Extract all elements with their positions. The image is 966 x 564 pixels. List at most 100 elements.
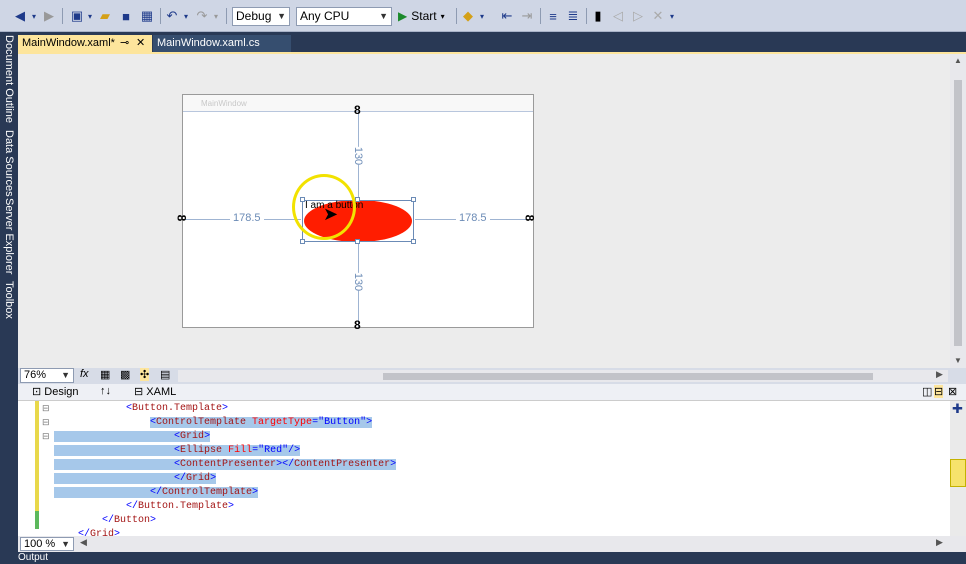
resize-handle[interactable] <box>355 197 360 202</box>
tab-label: MainWindow.xaml* <box>22 37 115 49</box>
snap-grid-icon[interactable]: ▩ <box>120 368 130 381</box>
toolbar-separator <box>456 8 457 24</box>
code-line[interactable]: <Grid> <box>54 430 211 444</box>
top-anchor-icon[interactable]: 8 <box>354 103 361 117</box>
scroll-right-icon[interactable]: ▶ <box>936 537 943 548</box>
toolbar-overflow-icon[interactable]: ▾ <box>668 6 676 26</box>
design-horizontal-scrollbar[interactable] <box>178 370 948 382</box>
add-icon[interactable]: ✚ <box>952 401 963 417</box>
undo-dropdown-icon[interactable]: ▾ <box>182 6 190 26</box>
scroll-up-icon[interactable]: ▲ <box>954 56 962 65</box>
chevron-down-icon: ▼ <box>277 11 286 21</box>
design-label: Design <box>44 386 79 398</box>
swap-panes-button[interactable]: ↑↓ <box>100 385 111 397</box>
platform-select[interactable]: Any CPU ▼ <box>296 7 392 26</box>
resize-handle[interactable] <box>355 239 360 244</box>
tab-mainwindow-xaml[interactable]: MainWindow.xaml* ⊸ ✕ <box>18 35 152 52</box>
redo-dropdown-icon[interactable]: ▾ <box>212 6 220 26</box>
side-tool-strip: Document Outline Data Sources Server Exp… <box>0 32 18 564</box>
uncomment-icon[interactable]: ≣ <box>564 6 582 26</box>
design-surface[interactable]: MainWindow 178.5 178.5 130 130 8 8 8 8 I… <box>18 52 966 370</box>
code-line[interactable]: </Grid> <box>54 528 120 536</box>
design-vertical-scrollbar[interactable]: ▲ ▼ <box>950 54 966 370</box>
scroll-left-icon[interactable]: ◀ <box>80 537 87 548</box>
redo-icon[interactable]: ↷ <box>194 6 210 26</box>
server-explorer-tab[interactable]: Server Explorer <box>0 198 18 274</box>
save-icon[interactable]: ■ <box>118 6 134 26</box>
next-bookmark-icon[interactable]: ▷ <box>630 6 646 26</box>
horizontal-split-icon[interactable]: ⊟ <box>934 385 944 398</box>
resize-handle[interactable] <box>411 239 416 244</box>
clear-bookmarks-icon[interactable]: ✕ <box>650 6 666 26</box>
fold-toggle-icon[interactable]: ⊟ <box>42 417 50 428</box>
indent-icon[interactable]: ⇤ <box>498 6 516 26</box>
scroll-down-icon[interactable]: ▼ <box>954 356 962 365</box>
code-line[interactable]: </Grid> <box>54 472 217 486</box>
data-sources-tab[interactable]: Data Sources <box>0 130 18 197</box>
vertical-split-icon[interactable]: ◫ <box>922 385 932 398</box>
formula-icon[interactable]: fx <box>80 368 89 380</box>
new-dropdown-icon[interactable]: ▾ <box>86 6 94 26</box>
code-line[interactable]: <Ellipse Fill="Red"/> <box>54 444 301 458</box>
collapse-pane-icon[interactable]: ⊠ <box>948 385 957 398</box>
margin-right-value: 178.5 <box>456 212 490 224</box>
new-project-icon[interactable]: ▣ <box>68 6 86 26</box>
back-dropdown-icon[interactable]: ▾ <box>30 6 38 26</box>
right-anchor-icon[interactable]: 8 <box>522 215 536 222</box>
xaml-icon: ⊟ <box>134 386 144 398</box>
code-line[interactable]: <Button.Template> <box>54 402 228 416</box>
code-line[interactable]: </Button.Template> <box>54 500 234 514</box>
tab-design[interactable]: ⊡ Design <box>32 385 79 398</box>
pin-icon[interactable]: ⊸ <box>120 35 129 52</box>
left-anchor-icon[interactable]: 8 <box>174 215 188 222</box>
code-line[interactable]: <ControlTemplate TargetType="Button"> <box>54 416 373 430</box>
bookmark-icon[interactable]: ▮ <box>590 6 606 26</box>
fold-toggle-icon[interactable]: ⊟ <box>42 431 50 442</box>
fold-toggle-icon[interactable]: ⊟ <box>42 403 50 414</box>
forward-icon[interactable]: ▶ <box>42 6 56 26</box>
code-line[interactable]: </ControlTemplate> <box>54 486 259 500</box>
find-dropdown-icon[interactable]: ▾ <box>478 6 486 26</box>
tab-xaml[interactable]: ⊟ XAML <box>134 385 176 398</box>
artboard-icon[interactable]: ▤ <box>160 368 170 381</box>
solution-config-value: Debug <box>236 9 272 23</box>
bottom-anchor-icon[interactable]: 8 <box>354 318 361 332</box>
outdent-icon[interactable]: ⇥ <box>518 6 536 26</box>
xaml-editor[interactable]: ⊟ ⊟ ⊟ <Button.Template> <ControlTemplate… <box>18 401 966 536</box>
scroll-thumb[interactable] <box>954 80 962 346</box>
chevron-down-icon: ▼ <box>61 539 70 549</box>
scroll-right-icon[interactable]: ▶ <box>936 369 943 380</box>
code-line[interactable]: <ContentPresenter></ContentPresenter> <box>54 458 397 472</box>
toolbox-tab[interactable]: Toolbox <box>0 278 18 322</box>
snap-lines-icon[interactable]: ✣ <box>140 368 150 381</box>
toolbar-separator <box>62 8 63 24</box>
back-icon[interactable]: ◀ <box>12 6 28 26</box>
scroll-thumb[interactable] <box>383 373 873 380</box>
code-line[interactable]: </Button> <box>54 514 156 528</box>
prev-bookmark-icon[interactable]: ◁ <box>610 6 626 26</box>
margin-top-value: 130 <box>352 146 365 166</box>
toolbar-separator <box>586 8 587 24</box>
undo-icon[interactable]: ↶ <box>164 6 180 26</box>
resize-handle[interactable] <box>411 197 416 202</box>
grid-icon[interactable]: ▦ <box>100 368 110 381</box>
editor-zoom-select[interactable]: 100 % ▼ <box>20 537 74 551</box>
start-button[interactable]: ▶ Start ▾ <box>398 6 462 26</box>
document-outline-tab[interactable]: Document Outline <box>0 34 18 124</box>
start-label: Start <box>411 9 437 23</box>
resize-handle[interactable] <box>300 239 305 244</box>
toolbar-separator <box>540 8 541 24</box>
solution-config-select[interactable]: Debug ▼ <box>232 7 290 26</box>
output-panel-tab[interactable]: Output <box>0 552 966 564</box>
close-icon[interactable]: ✕ <box>136 35 145 52</box>
mouse-cursor-icon: ➤ <box>323 204 339 224</box>
comment-icon[interactable]: ≡ <box>544 6 562 26</box>
tab-mainwindow-xaml-cs[interactable]: MainWindow.xaml.cs <box>153 35 291 52</box>
find-icon[interactable]: ◆ <box>460 6 476 26</box>
design-xaml-split-bar: ⊡ Design ↑↓ ⊟ XAML ◫ ⊟ ⊠ <box>18 384 966 401</box>
platform-value: Any CPU <box>300 9 350 23</box>
editor-vertical-scrollbar[interactable]: ✚ <box>950 401 966 536</box>
save-all-icon[interactable]: ▦ <box>138 6 156 26</box>
open-folder-icon[interactable]: ▰ <box>96 6 114 26</box>
zoom-select[interactable]: 76% ▼ <box>20 368 74 383</box>
